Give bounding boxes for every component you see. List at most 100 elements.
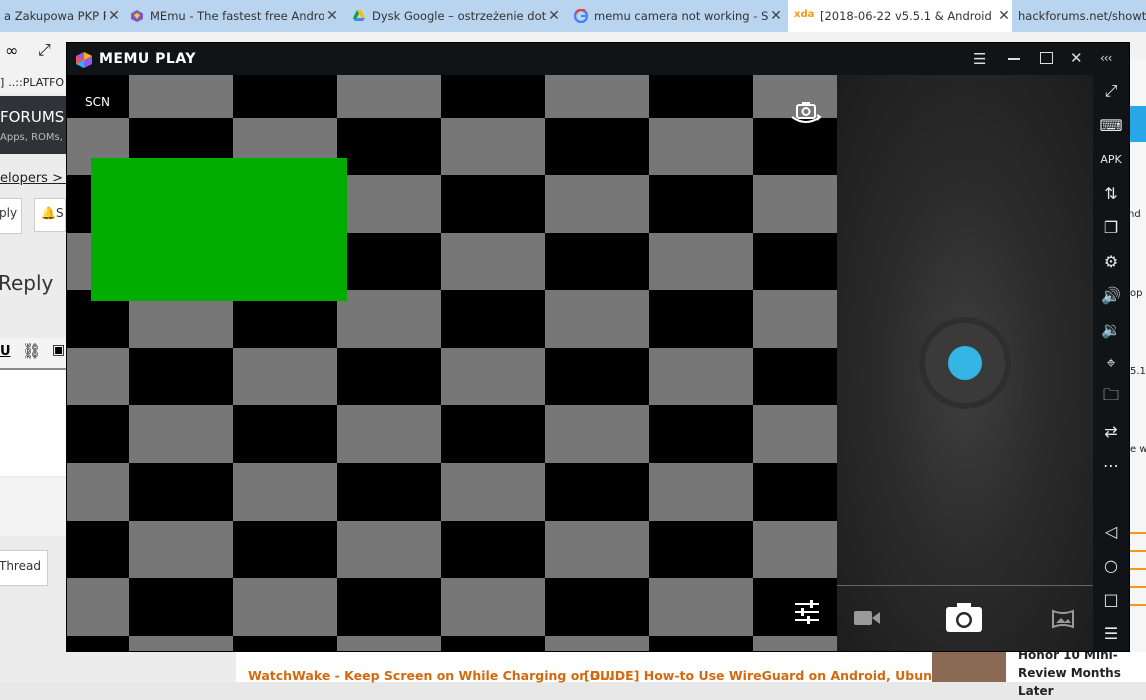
- list-icon[interactable]: ☰: [1093, 621, 1129, 645]
- browser-tab[interactable]: a Zakupowa PKP Pa ✕: [0, 0, 122, 32]
- keyboard-icon[interactable]: ⌨: [1093, 113, 1129, 137]
- menu-icon[interactable]: ☰: [973, 50, 986, 68]
- related-threads-strip: WatchWake - Keep Screen on While Chargin…: [236, 648, 1146, 698]
- editor-textarea[interactable]: [0, 370, 66, 476]
- bookmark-label: ..::PLATFO: [8, 76, 65, 89]
- checker-cell: [649, 578, 753, 636]
- video-icon[interactable]: [853, 609, 881, 631]
- checker-cell: [337, 348, 441, 405]
- checker-cell: [753, 636, 837, 651]
- checker-cell: [129, 636, 233, 651]
- tab-close-icon[interactable]: ✕: [768, 8, 784, 24]
- underline-icon[interactable]: U: [0, 344, 11, 359]
- multiwindow-icon[interactable]: ❐: [1093, 215, 1129, 239]
- reply-heading: Reply: [0, 271, 54, 295]
- recents-icon[interactable]: □: [1093, 587, 1129, 611]
- scene-mode-label[interactable]: SCN: [85, 95, 110, 109]
- back-icon[interactable]: ◁: [1093, 519, 1129, 543]
- checker-cell: [545, 290, 649, 348]
- folder-icon[interactable]: 🗀: [1093, 385, 1129, 409]
- checker-cell: [337, 521, 441, 578]
- forums-label[interactable]: FORUMS: [0, 108, 64, 126]
- checker-cell: [441, 290, 545, 348]
- memu-logo-icon: [75, 51, 93, 69]
- photo-icon[interactable]: [945, 601, 983, 637]
- checker-cell: [337, 405, 441, 463]
- article-title[interactable]: Honor 10 Mini-Review Months Later: [1018, 646, 1146, 700]
- collapse-icon[interactable]: ‹‹‹: [1100, 51, 1112, 65]
- thread-button[interactable]: Thread: [0, 550, 48, 586]
- minimize-icon[interactable]: [1008, 58, 1020, 60]
- checker-cell: [649, 636, 753, 651]
- related-thread-link[interactable]: WatchWake - Keep Screen on While Chargin…: [248, 668, 613, 683]
- checker-cell: [545, 175, 649, 233]
- volume-up-icon[interactable]: 🔊: [1093, 283, 1129, 307]
- checker-cell: [441, 233, 545, 290]
- home-icon[interactable]: ○: [1093, 553, 1129, 577]
- right-text: op (: [1130, 288, 1146, 299]
- sync-icon[interactable]: ⇅: [1093, 181, 1129, 205]
- checker-cell: [545, 405, 649, 463]
- close-icon[interactable]: ✕: [1070, 49, 1083, 67]
- checker-cell: [753, 175, 837, 233]
- camera-settings-icon[interactable]: [793, 599, 821, 629]
- checker-cell: [649, 118, 753, 175]
- checker-cell: [545, 636, 649, 651]
- link-icon[interactable]: ⛓: [22, 342, 41, 360]
- checker-cell: [337, 75, 441, 118]
- apk-icon[interactable]: APK: [1093, 147, 1129, 171]
- settings-icon[interactable]: ⚙: [1093, 249, 1129, 273]
- shutter-button[interactable]: [925, 323, 1005, 403]
- checker-cell: [753, 233, 837, 290]
- maximize-icon[interactable]: [1040, 52, 1053, 64]
- xda-icon: xda: [794, 9, 815, 20]
- expand-icon[interactable]: ⤢: [38, 40, 51, 60]
- tab-title: [2018-06-22 v5.5.1 & Android 7.1: [820, 9, 996, 23]
- checker-cell: [649, 75, 753, 118]
- tab-close-icon[interactable]: ✕: [546, 8, 562, 24]
- bookmark-item[interactable]: ] ..::PLATFO: [0, 76, 64, 89]
- breadcrumb-label: elopers: [0, 171, 48, 186]
- tab-close-icon[interactable]: ✕: [106, 8, 122, 24]
- browser-tab[interactable]: MEmu - The fastest free Android ✕: [124, 0, 340, 32]
- checker-cell: [753, 521, 837, 578]
- drive-icon: [352, 9, 366, 23]
- mask-icon[interactable]: ∞: [5, 41, 18, 60]
- checker-cell: [67, 578, 129, 636]
- tab-title: a Zakupowa PKP Pa: [4, 9, 106, 23]
- checker-cell: [441, 118, 545, 175]
- subscribe-button[interactable]: 🔔S: [34, 198, 66, 232]
- camera-viewfinder[interactable]: SCN: [67, 75, 837, 651]
- browser-tab-active[interactable]: xda [2018-06-22 v5.5.1 & Android 7.1 ✕: [788, 0, 1012, 32]
- breadcrumb-developers[interactable]: elopers > A: [0, 171, 76, 186]
- tab-close-icon[interactable]: ✕: [324, 8, 340, 24]
- fullscreen-icon[interactable]: ⤢: [1093, 79, 1129, 103]
- emulator-title-bar[interactable]: MEMU PLAY ☰ ✕ ‹‹‹: [67, 43, 1129, 75]
- reply-button-small[interactable]: ply: [0, 198, 22, 234]
- right-divider: [1128, 568, 1146, 570]
- browser-tab[interactable]: Dysk Google – ostrzeżenie dotycz ✕: [346, 0, 562, 32]
- checker-cell: [441, 175, 545, 233]
- rotate-icon[interactable]: ⇄: [1093, 419, 1129, 443]
- volume-down-icon[interactable]: 🔉: [1093, 317, 1129, 341]
- location-icon[interactable]: ⌖: [1093, 351, 1129, 375]
- more-icon[interactable]: ⋯: [1093, 453, 1129, 477]
- checker-cell: [649, 290, 753, 348]
- checker-cell: [129, 348, 233, 405]
- send-icon[interactable]: [1128, 106, 1146, 142]
- checker-cell: [233, 636, 337, 651]
- related-thread-link[interactable]: [GUIDE] How-to Use WireGuard on Android,…: [584, 668, 950, 683]
- tab-close-icon[interactable]: ✕: [996, 8, 1012, 24]
- browser-tab[interactable]: hackforums.net/showthrea: [1016, 0, 1146, 32]
- switch-camera-icon[interactable]: [789, 99, 823, 131]
- checker-cell: [545, 348, 649, 405]
- forums-header: FORUMS Apps, ROMs,: [0, 96, 70, 154]
- panorama-icon[interactable]: [1051, 609, 1075, 633]
- right-divider: [1128, 586, 1146, 588]
- image-icon[interactable]: ▣: [52, 342, 65, 358]
- browser-tab[interactable]: memu camera not working - Szuka ✕: [568, 0, 784, 32]
- right-text: e w: [1130, 444, 1146, 455]
- phone-thumbnail[interactable]: [932, 648, 1006, 682]
- tab-title: hackforums.net/showthrea: [1018, 9, 1146, 23]
- checker-cell: [545, 118, 649, 175]
